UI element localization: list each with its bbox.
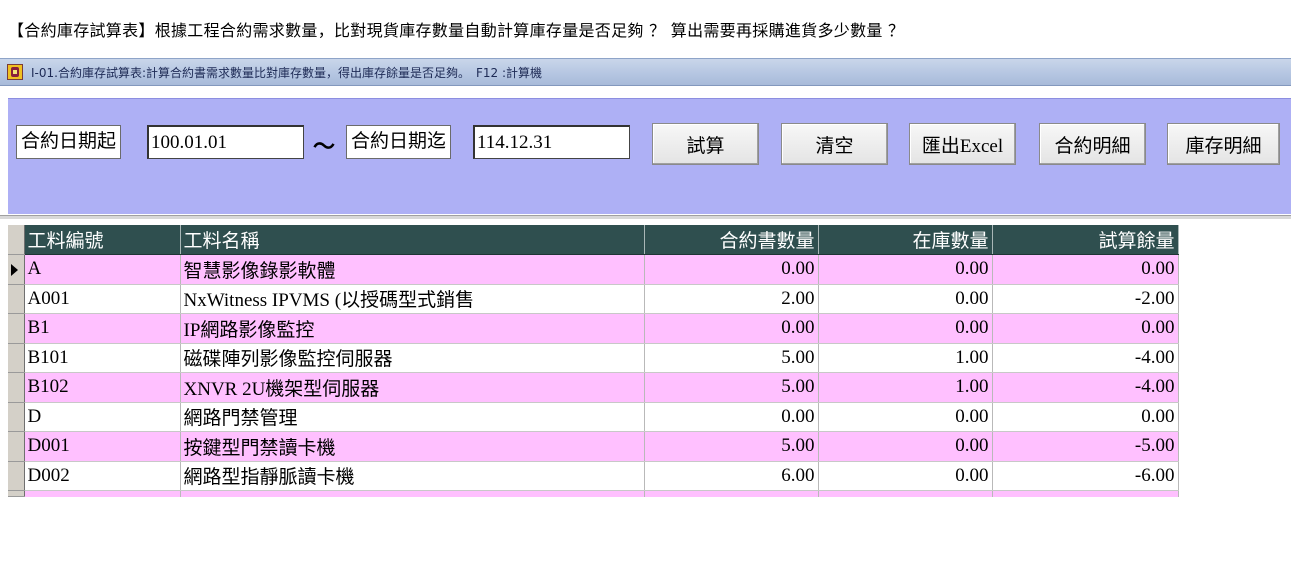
cell-code[interactable]: D002 xyxy=(24,461,181,491)
column-header-code[interactable]: 工料編號 xyxy=(24,225,181,255)
cell-balance[interactable]: -6.00 xyxy=(992,461,1179,491)
cell-code[interactable]: A001 xyxy=(24,284,181,314)
cell-contract-qty[interactable]: 2.00 xyxy=(644,284,819,314)
partial-cell xyxy=(818,490,993,497)
cell-balance[interactable]: -4.00 xyxy=(992,343,1179,373)
cell-contract-qty[interactable]: 5.00 xyxy=(644,372,819,403)
column-header-stock-qty[interactable]: 在庫數量 xyxy=(818,225,993,255)
table-row[interactable]: B101 磁碟陣列影像監控伺服器 5.00 1.00 -4.00 xyxy=(8,343,1179,373)
start-date-input[interactable] xyxy=(147,125,304,159)
window-titlebar: I-01.合約庫存試算表:計算合約書需求數量比對庫存數量，得出庫存餘量是否足夠。… xyxy=(0,58,1291,86)
app-window: I-01.合約庫存試算表:計算合約書需求數量比對庫存數量，得出庫存餘量是否足夠。… xyxy=(0,58,1291,576)
row-selector xyxy=(8,490,25,497)
cell-code[interactable]: B102 xyxy=(24,372,181,403)
cell-stock-qty[interactable]: 1.00 xyxy=(818,372,993,403)
partial-cell xyxy=(180,490,645,497)
cell-code[interactable]: B1 xyxy=(24,313,181,344)
grid-header-row: 工料編號 工料名稱 合約書數量 在庫數量 試算餘量 xyxy=(8,225,1179,255)
panel-divider xyxy=(0,215,1291,219)
end-date-input[interactable] xyxy=(473,125,630,159)
table-row[interactable]: B102 XNVR 2U機架型伺服器 5.00 1.00 -4.00 xyxy=(8,372,1179,403)
date-range-separator: ～ xyxy=(313,135,336,160)
row-selector[interactable] xyxy=(8,284,25,314)
cell-contract-qty[interactable]: 6.00 xyxy=(644,461,819,491)
cell-contract-qty[interactable]: 0.00 xyxy=(644,402,819,432)
row-selector[interactable] xyxy=(8,343,25,373)
window-title: I-01.合約庫存試算表:計算合約書需求數量比對庫存數量，得出庫存餘量是否足夠。… xyxy=(31,65,543,80)
cell-stock-qty[interactable]: 0.00 xyxy=(818,402,993,432)
table-row[interactable]: D 網路門禁管理 0.00 0.00 0.00 xyxy=(8,402,1179,432)
clear-button[interactable]: 清空 xyxy=(781,123,888,165)
cell-name[interactable]: 智慧影像錄影軟體 xyxy=(180,254,645,285)
cell-stock-qty[interactable]: 1.00 xyxy=(818,343,993,373)
row-selector[interactable] xyxy=(8,402,25,432)
filter-panel: 合約日期起 ～ 合約日期迄 試算 清空 匯出Excel 合約明細 庫存明細 xyxy=(8,98,1291,214)
row-selector[interactable] xyxy=(8,461,25,491)
cell-stock-qty[interactable]: 0.00 xyxy=(818,313,993,344)
cell-name[interactable]: 磁碟陣列影像監控伺服器 xyxy=(180,343,645,373)
start-date-label: 合約日期起 xyxy=(16,125,122,159)
cell-name[interactable]: 網路門禁管理 xyxy=(180,402,645,432)
table-row[interactable]: A 智慧影像錄影軟體 0.00 0.00 0.00 xyxy=(8,254,1179,285)
cell-stock-qty[interactable]: 0.00 xyxy=(818,431,993,462)
cell-code[interactable]: B101 xyxy=(24,343,181,373)
partial-cell xyxy=(992,490,1179,497)
contract-detail-button[interactable]: 合約明細 xyxy=(1039,123,1146,165)
cell-balance[interactable]: -2.00 xyxy=(992,284,1179,314)
cell-name[interactable]: XNVR 2U機架型伺服器 xyxy=(180,372,645,403)
grid-corner xyxy=(8,225,25,255)
row-selector[interactable] xyxy=(8,313,25,344)
partial-table-row xyxy=(8,490,1179,497)
export-excel-button[interactable]: 匯出Excel xyxy=(909,123,1016,165)
cell-contract-qty[interactable]: 5.00 xyxy=(644,343,819,373)
cell-stock-qty[interactable]: 0.00 xyxy=(818,461,993,491)
calculate-button[interactable]: 試算 xyxy=(652,123,759,165)
partial-cell xyxy=(644,490,819,497)
current-row-arrow-icon xyxy=(11,264,18,276)
cell-balance[interactable]: -5.00 xyxy=(992,431,1179,462)
end-date-label: 合約日期迄 xyxy=(346,125,452,159)
column-header-balance[interactable]: 試算餘量 xyxy=(992,225,1179,255)
cell-contract-qty[interactable]: 0.00 xyxy=(644,254,819,285)
cell-name[interactable]: 網路型指靜脈讀卡機 xyxy=(180,461,645,491)
column-header-name[interactable]: 工料名稱 xyxy=(180,225,645,255)
app-icon xyxy=(7,64,23,80)
cell-stock-qty[interactable]: 0.00 xyxy=(818,284,993,314)
stock-detail-button[interactable]: 庫存明細 xyxy=(1167,123,1280,165)
partial-cell xyxy=(24,490,181,497)
cell-code[interactable]: D001 xyxy=(24,431,181,462)
row-selector[interactable] xyxy=(8,372,25,403)
cell-code[interactable]: A xyxy=(24,254,181,285)
table-row[interactable]: A001 NxWitness IPVMS (以授碼型式銷售 2.00 0.00 … xyxy=(8,284,1179,314)
column-header-contract-qty[interactable]: 合約書數量 xyxy=(644,225,819,255)
cell-name[interactable]: IP網路影像監控 xyxy=(180,313,645,344)
inventory-grid: 工料編號 工料名稱 合約書數量 在庫數量 試算餘量 A 智慧影像錄影軟體 0.0… xyxy=(8,225,1179,497)
cell-balance[interactable]: 0.00 xyxy=(992,254,1179,285)
cell-name[interactable]: 按鍵型門禁讀卡機 xyxy=(180,431,645,462)
cell-contract-qty[interactable]: 5.00 xyxy=(644,431,819,462)
cell-contract-qty[interactable]: 0.00 xyxy=(644,313,819,344)
page-headline: 【合約庫存試算表】根據工程合約需求數量，比對現貨庫存數量自動計算庫存量是否足夠 … xyxy=(8,21,905,40)
cell-stock-qty[interactable]: 0.00 xyxy=(818,254,993,285)
cell-balance[interactable]: 0.00 xyxy=(992,313,1179,344)
cell-balance[interactable]: -4.00 xyxy=(992,372,1179,403)
cell-name[interactable]: NxWitness IPVMS (以授碼型式銷售 xyxy=(180,284,645,314)
cell-balance[interactable]: 0.00 xyxy=(992,402,1179,432)
table-row[interactable]: D001 按鍵型門禁讀卡機 5.00 0.00 -5.00 xyxy=(8,431,1179,462)
row-selector[interactable] xyxy=(8,431,25,462)
row-selector[interactable] xyxy=(8,254,25,285)
cell-code[interactable]: D xyxy=(24,402,181,432)
table-row[interactable]: D002 網路型指靜脈讀卡機 6.00 0.00 -6.00 xyxy=(8,461,1179,491)
table-row[interactable]: B1 IP網路影像監控 0.00 0.00 0.00 xyxy=(8,313,1179,344)
